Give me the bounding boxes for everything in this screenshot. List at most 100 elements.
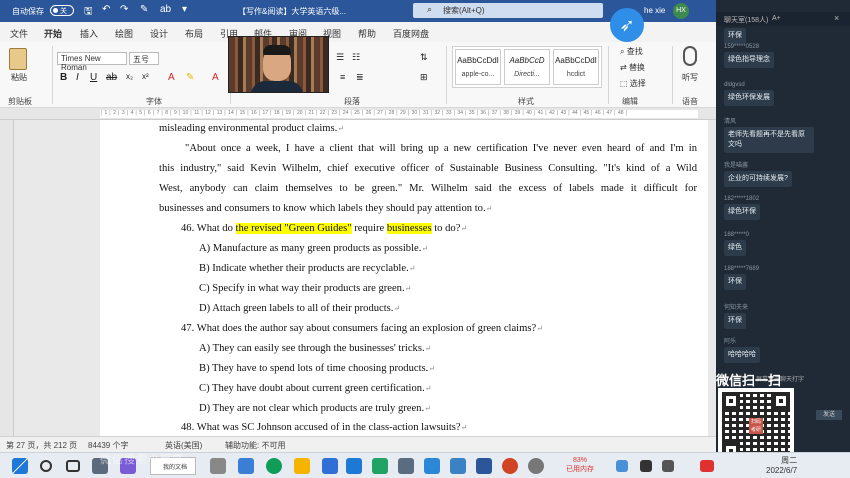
italic-button[interactable]: I bbox=[76, 72, 79, 83]
underline-button[interactable]: U bbox=[90, 72, 97, 83]
tab-draw[interactable]: 绘图 bbox=[115, 27, 133, 40]
paste-icon[interactable] bbox=[9, 48, 27, 70]
avatar[interactable]: HX bbox=[673, 3, 689, 19]
page-count[interactable]: 第 27 页，共 212 页 bbox=[6, 440, 77, 451]
chat-username: 阿乐 bbox=[724, 339, 737, 345]
select-button[interactable]: ⬚ 选择 bbox=[620, 78, 646, 89]
divider bbox=[52, 46, 53, 104]
style-hcdict[interactable]: AaBbCcDdI hcdict bbox=[553, 49, 599, 85]
word-count[interactable]: 84439 个字 bbox=[88, 440, 128, 451]
cloud-icon[interactable] bbox=[616, 460, 628, 472]
font-size-toggle[interactable]: A+ bbox=[772, 15, 781, 22]
network-icon[interactable] bbox=[640, 460, 652, 472]
memory-label: 已用内存 bbox=[566, 466, 594, 473]
clock[interactable]: 周二 2022/6/7 bbox=[766, 456, 797, 476]
superscript-button[interactable]: x² bbox=[142, 72, 149, 81]
memory-indicator[interactable]: 83% 已用内存 bbox=[566, 456, 594, 474]
chat-bubble: 哈哈哈哈 bbox=[724, 347, 760, 363]
subscript-button[interactable]: x₂ bbox=[126, 72, 133, 81]
chat-message: 环保 bbox=[724, 26, 746, 44]
tab-insert[interactable]: 插入 bbox=[80, 27, 98, 40]
document-page[interactable]: misleading environmental product claims.… bbox=[100, 120, 708, 436]
strikethrough-button[interactable]: ab bbox=[106, 72, 117, 83]
chat-message: 我是喵酱 企业的可持续发展? bbox=[724, 160, 792, 187]
search-input[interactable]: ⌕ 搜索(Alt+Q) bbox=[413, 3, 603, 18]
taskbar-app-icon[interactable] bbox=[450, 458, 466, 474]
sort-icon[interactable]: ⇅ bbox=[420, 52, 428, 63]
word-icon[interactable] bbox=[476, 458, 492, 474]
text-effects-icon[interactable]: A bbox=[168, 72, 175, 83]
chat-bubble: 老师先看题再不是先看原文吗 bbox=[724, 127, 814, 153]
horizontal-ruler[interactable]: │ 1 │ 2 │ 3 │ 4 │ 5 │ 6 │ 7 │ 8 │ 9 │ 10… bbox=[0, 108, 716, 120]
borders-icon[interactable]: ⊞ bbox=[420, 72, 428, 83]
language-status[interactable]: 英语(美国) bbox=[165, 440, 202, 451]
chat-bubble: 绿色 bbox=[724, 240, 746, 256]
highlight-icon[interactable]: ✎ bbox=[186, 72, 194, 83]
text-line: misleading environmental product claims. bbox=[159, 123, 338, 134]
option-text: A) They can easily see through the busin… bbox=[199, 343, 425, 354]
notes-icon[interactable] bbox=[398, 458, 414, 474]
autosave-toggle[interactable]: 关 bbox=[50, 5, 74, 16]
option-line: C) Specify in what way their products ar… bbox=[199, 283, 412, 294]
select-label: 选择 bbox=[629, 79, 646, 88]
file-explorer-icon[interactable] bbox=[294, 458, 310, 474]
close-icon[interactable]: × bbox=[834, 13, 839, 23]
dictate-button[interactable]: 听写 bbox=[682, 72, 698, 83]
chat-username: 188*****0 bbox=[724, 232, 750, 238]
tab-help[interactable]: 帮助 bbox=[358, 27, 376, 40]
save-icon[interactable]: 🖫 bbox=[84, 4, 93, 21]
numbering-icon[interactable]: ☷ bbox=[352, 52, 360, 63]
align-center-icon[interactable]: ≡ bbox=[340, 72, 345, 82]
style-apple-co[interactable]: AaBbCcDdI apple-co... bbox=[455, 49, 501, 85]
windows-start-icon[interactable] bbox=[12, 458, 28, 474]
send-button[interactable]: 发送 bbox=[816, 410, 842, 420]
font-name-select[interactable]: Times New Roman bbox=[57, 52, 127, 72]
spelling-icon[interactable]: ab bbox=[160, 4, 171, 15]
tab-baidu-netdisk[interactable]: 百度网盘 bbox=[393, 27, 429, 40]
settings-icon[interactable] bbox=[528, 458, 544, 474]
justify-icon[interactable]: ≣ bbox=[356, 72, 364, 83]
qr-finder bbox=[772, 392, 790, 410]
redo-icon[interactable]: ↷ bbox=[120, 4, 128, 15]
store-icon[interactable] bbox=[322, 458, 338, 474]
format-painter-icon[interactable]: ✎ bbox=[140, 4, 148, 15]
taskbar-app-icon[interactable] bbox=[238, 458, 254, 474]
bullets-icon[interactable]: ☰ bbox=[336, 52, 344, 63]
tab-layout[interactable]: 布局 bbox=[185, 27, 203, 40]
q46-mid: require bbox=[351, 223, 387, 234]
bird-logo-icon[interactable]: ➶ bbox=[610, 8, 644, 42]
toggle-state: 关 bbox=[60, 8, 67, 15]
taskbar-app-icon[interactable] bbox=[210, 458, 226, 474]
mail-icon[interactable] bbox=[346, 458, 362, 474]
styles-gallery: AaBbCcDdI apple-co... AaBbCcD Directi...… bbox=[452, 46, 602, 88]
vertical-ruler[interactable] bbox=[0, 120, 14, 436]
microphone-icon[interactable] bbox=[683, 46, 697, 66]
edge-browser-icon[interactable] bbox=[266, 458, 282, 474]
accessibility-status[interactable]: 辅助功能: 不可用 bbox=[225, 440, 285, 451]
undo-icon[interactable]: ↶ bbox=[102, 4, 110, 15]
bold-button[interactable]: B bbox=[60, 72, 67, 83]
notification-badge-icon[interactable] bbox=[700, 460, 714, 472]
tab-design[interactable]: 设计 bbox=[150, 27, 168, 40]
user-name[interactable]: he xie bbox=[644, 6, 665, 15]
replace-button[interactable]: ⇄ 替换 bbox=[620, 62, 645, 73]
document-area[interactable]: misleading environmental product claims.… bbox=[14, 120, 716, 436]
volume-icon[interactable] bbox=[662, 460, 674, 472]
tab-file[interactable]: 文件 bbox=[10, 27, 28, 40]
chat-message: 何知夫来 环保 bbox=[724, 302, 748, 329]
chat-username: 我是喵酱 bbox=[724, 163, 749, 169]
bird-app-icon[interactable] bbox=[424, 458, 440, 474]
task-view-icon[interactable] bbox=[66, 460, 80, 472]
tab-home[interactable]: 开始 bbox=[44, 27, 63, 44]
find-button[interactable]: ⌕ 查找 bbox=[620, 46, 643, 57]
search-icon[interactable] bbox=[40, 460, 52, 472]
highlight-green-guides: the revised "Green Guides" bbox=[235, 223, 352, 234]
font-color-icon[interactable]: A bbox=[212, 72, 219, 83]
option-line: A) Manufacture as many green products as… bbox=[199, 243, 429, 254]
style-directi[interactable]: AaBbCcD Directi... bbox=[504, 49, 550, 85]
paste-button[interactable]: 粘贴 bbox=[11, 72, 27, 83]
powerpoint-icon[interactable] bbox=[502, 458, 518, 474]
customize-qat-icon[interactable]: ▾ bbox=[182, 4, 187, 15]
excel-icon[interactable] bbox=[372, 458, 388, 474]
font-size-select[interactable]: 五号 bbox=[129, 52, 159, 65]
